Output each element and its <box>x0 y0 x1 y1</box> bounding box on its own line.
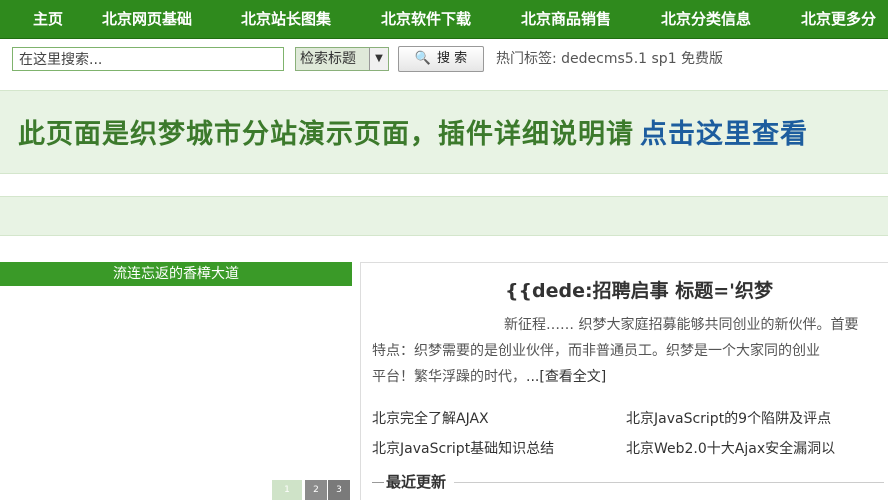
nav-item-web-basics[interactable]: 北京网页基础 <box>102 0 192 38</box>
list-item[interactable]: 北京JavaScript的9个陷阱及评点 <box>626 408 831 428</box>
nav-item-classifieds[interactable]: 北京分类信息 <box>661 0 751 38</box>
notice-banner-text: 此页面是织梦城市分站演示页面，插件详细说明请 点击这里查看 <box>18 112 808 151</box>
pager-page-3[interactable]: 3 <box>328 480 350 500</box>
summary-line-1: 新征程…… 织梦大家庭招募能够共同创业的新伙伴。首要 <box>504 317 859 333</box>
search-button-label: 搜 索 <box>437 51 468 66</box>
summary-line-2: 特点：织梦需要的是创业伙伴，而非普通员工。织梦是一个大家同的创业 <box>372 343 820 359</box>
hot-tags-label: 热门标签: <box>496 51 557 67</box>
article-summary: 新征程…… 织梦大家庭招募能够共同创业的新伙伴。首要 特点：织梦需要的是创业伙伴… <box>372 312 882 390</box>
slideshow-title: 流连忘返的香樟大道 <box>0 262 352 286</box>
pager-page-2[interactable]: 2 <box>305 480 327 500</box>
divider <box>372 482 384 483</box>
divider <box>454 482 884 483</box>
nav-item-more[interactable]: 北京更多分 <box>801 0 876 38</box>
pager-page-1[interactable]: 1 <box>272 480 302 500</box>
recent-updates-header: 最近更新 <box>372 468 888 498</box>
summary-line-3: 平台！繁华浮躁的时代，...[查看全文] <box>372 369 607 385</box>
article-title[interactable]: {{dede:招聘启事 标题='织梦 <box>505 276 773 303</box>
hot-tags: 热门标签: dedecms5.1 sp1 免费版 <box>496 47 723 71</box>
top-navigation-bar: 主页 北京网页基础 北京站长图集 北京软件下载 北京商品销售 北京分类信息 北京… <box>0 0 888 39</box>
secondary-bar <box>0 196 888 236</box>
nav-item-software[interactable]: 北京软件下载 <box>381 0 471 38</box>
hot-tags-value[interactable]: dedecms5.1 sp1 免费版 <box>561 51 723 67</box>
notice-link[interactable]: 点击这里查看 <box>640 119 808 150</box>
read-more-link[interactable]: ...[查看全文] <box>526 369 606 385</box>
nav-item-home[interactable]: 主页 <box>33 0 63 38</box>
search-type-select[interactable]: 检索标题 ▼ <box>295 47 389 71</box>
search-icon: 🔍 <box>414 51 432 66</box>
list-item[interactable]: 北京JavaScript基础知识总结 <box>372 438 554 458</box>
search-type-value: 检索标题 <box>300 51 356 67</box>
nav-item-products[interactable]: 北京商品销售 <box>521 0 611 38</box>
search-button[interactable]: 🔍 搜 索 <box>398 46 484 72</box>
list-item[interactable]: 北京完全了解AJAX <box>372 408 489 428</box>
nav-item-gallery[interactable]: 北京站长图集 <box>241 0 331 38</box>
chevron-down-icon[interactable]: ▼ <box>369 48 388 70</box>
recent-updates-title: 最近更新 <box>386 473 447 491</box>
list-item[interactable]: 北京Web2.0十大Ajax安全漏洞以 <box>626 438 835 458</box>
notice-text: 此页面是织梦城市分站演示页面，插件详细说明请 <box>18 119 634 150</box>
search-input[interactable]: 在这里搜索... <box>12 47 284 71</box>
left-column <box>0 262 352 500</box>
